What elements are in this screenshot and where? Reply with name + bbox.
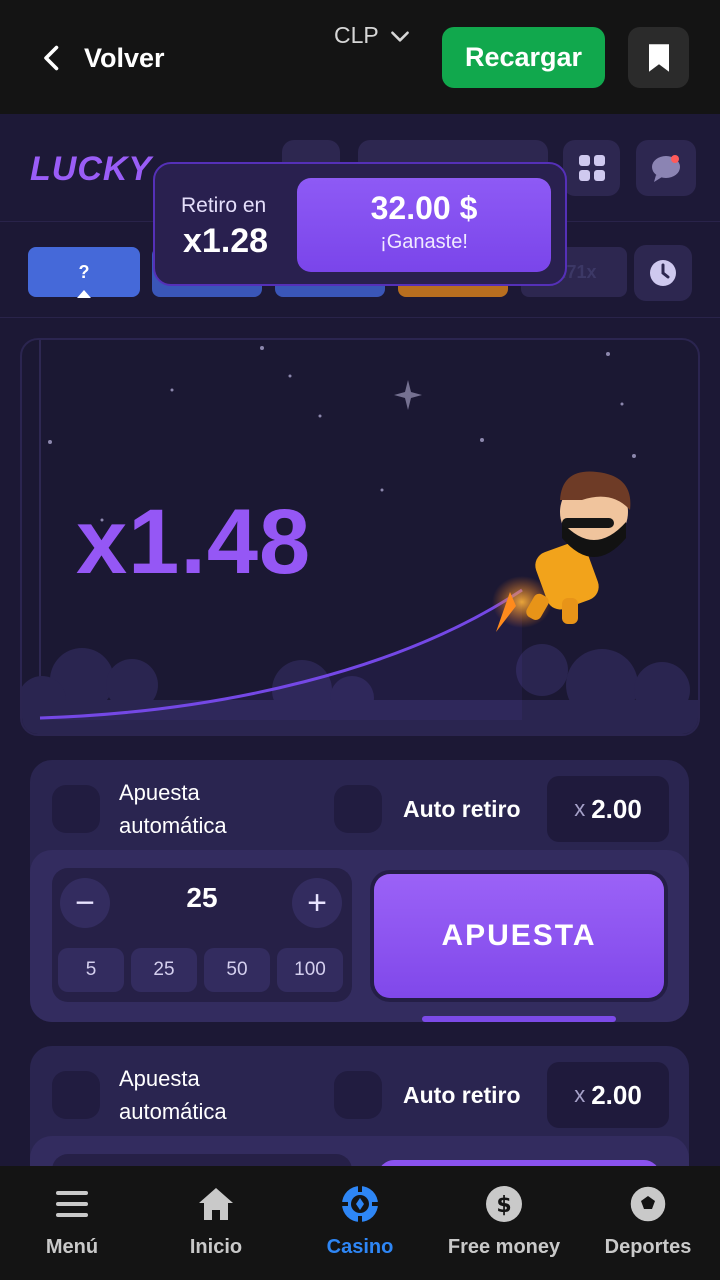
chat-icon xyxy=(652,155,680,182)
quick-amount-100[interactable]: 100 xyxy=(277,948,343,992)
bookmark-button[interactable] xyxy=(628,27,689,88)
win-amount: 32.00 $ xyxy=(370,190,478,226)
nav-casino[interactable]: Casino xyxy=(288,1166,432,1280)
win-message: ¡Ganaste! xyxy=(380,231,468,253)
chevron-down-icon xyxy=(390,30,409,42)
auto-cashout-checkbox[interactable] xyxy=(334,1071,382,1119)
menu-icon xyxy=(56,1191,88,1217)
nav-menu-label: Menú xyxy=(45,1236,99,1258)
bet-button-underline xyxy=(422,1016,616,1022)
history-chip[interactable]: ? xyxy=(28,247,140,298)
auto-bet-label: Apuesta automática xyxy=(119,1062,227,1128)
menu-grid-button[interactable] xyxy=(563,140,620,196)
multiplier-prefix: x xyxy=(574,1082,586,1107)
quick-amount-50[interactable]: 50 xyxy=(204,948,270,992)
rocket-character xyxy=(492,471,631,632)
multiplier-prefix: x xyxy=(574,796,586,821)
quick-amount-25[interactable]: 25 xyxy=(131,948,197,992)
bet-controls: − 25 + 5 25 50 100 APUESTA xyxy=(30,850,689,1022)
decrease-button[interactable]: − xyxy=(60,878,110,928)
auto-cashout-checkbox[interactable] xyxy=(334,785,382,833)
auto-cashout-input[interactable]: x 2.00 xyxy=(547,776,669,842)
quick-amount-5[interactable]: 5 xyxy=(58,948,124,992)
soccer-ball-icon xyxy=(629,1185,667,1223)
auto-bet-label: Apuesta automática xyxy=(119,776,227,842)
currency-selector[interactable]: CLP xyxy=(334,22,413,49)
nav-free-money-label: Free money xyxy=(447,1236,561,1258)
nav-home-label: Inicio xyxy=(189,1236,243,1258)
top-bar: Volver CLP Recargar xyxy=(0,0,720,114)
nav-sports[interactable]: Deportes xyxy=(576,1166,720,1280)
win-amount-box: 32.00 $ ¡Ganaste! xyxy=(297,178,551,272)
chat-button[interactable] xyxy=(636,140,696,196)
bet-panel: Apuesta automática Auto retiro x 2.00 − … xyxy=(30,760,689,1022)
auto-cashout-value: 2.00 xyxy=(591,1079,642,1110)
win-multiplier: x1.28 xyxy=(183,222,269,260)
dollar-icon: $ xyxy=(486,1186,522,1222)
nav-menu[interactable]: Menú xyxy=(0,1166,144,1280)
recharge-button[interactable]: Recargar xyxy=(442,27,605,88)
auto-bet-checkbox[interactable] xyxy=(52,785,100,833)
win-notification: Retiro en x1.28 32.00 $ ¡Ganaste! xyxy=(153,162,567,286)
app-root: Volver CLP Recargar LUCKY ? 1.71x Retiro… xyxy=(0,0,720,1280)
bet-amount-input[interactable]: 25 xyxy=(132,882,272,914)
nav-home[interactable]: Inicio xyxy=(144,1166,288,1280)
auto-cashout-value: 2.00 xyxy=(591,793,642,824)
game-canvas: x1.48 xyxy=(20,338,700,736)
auto-cashout-input[interactable]: x 2.00 xyxy=(547,1062,669,1128)
auto-bet-label-line1: Apuesta xyxy=(119,1066,200,1091)
grid-icon xyxy=(578,155,605,181)
auto-bet-label-line2: automática xyxy=(119,813,227,838)
nav-casino-label: Casino xyxy=(326,1236,394,1258)
auto-cashout-label: Auto retiro xyxy=(403,1082,521,1108)
game-logo: LUCKY xyxy=(30,150,153,188)
svg-text:$: $ xyxy=(496,1193,511,1218)
back-label: Volver xyxy=(84,42,165,73)
home-icon xyxy=(199,1188,233,1220)
auto-bet-label-line1: Apuesta xyxy=(119,780,200,805)
increase-button[interactable]: + xyxy=(292,878,342,928)
back-button[interactable]: Volver xyxy=(34,36,165,80)
clock-icon xyxy=(650,260,676,286)
nav-sports-label: Deportes xyxy=(604,1236,692,1258)
currency-label: CLP xyxy=(334,22,379,48)
chevron-left-icon xyxy=(44,45,59,71)
auto-cashout-label: Auto retiro xyxy=(403,796,521,822)
bookmark-icon xyxy=(648,43,669,72)
place-bet-button[interactable]: APUESTA xyxy=(374,874,664,998)
casino-chip-icon xyxy=(341,1185,379,1223)
current-multiplier: x1.48 xyxy=(76,491,312,593)
bet-amount-stepper: − 25 + 5 25 50 100 xyxy=(52,868,352,1002)
history-clock-button[interactable] xyxy=(634,245,692,301)
nav-free-money[interactable]: $ Free money xyxy=(432,1166,576,1280)
auto-bet-label-line2: automática xyxy=(119,1099,227,1124)
auto-bet-checkbox[interactable] xyxy=(52,1071,100,1119)
bottom-navigation: Menú Inicio Casino $ Free money Deportes xyxy=(0,1166,720,1280)
win-label: Retiro en xyxy=(181,194,267,217)
